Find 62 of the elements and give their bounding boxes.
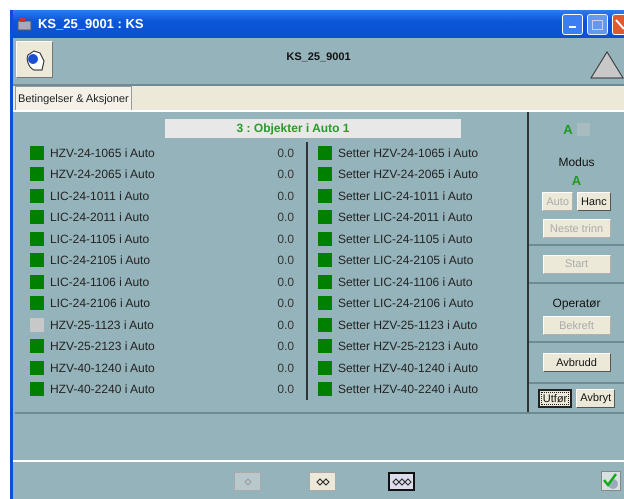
condition-value: 0.0 — [277, 230, 294, 248]
action-label: Setter LIC-24-1106 i Auto — [338, 274, 473, 291]
minimize-button[interactable] — [562, 14, 583, 34]
condition-label: LIC-24-2106 i Auto — [50, 295, 150, 312]
window-title: KS_25_9001 : KS — [38, 15, 144, 34]
tab[interactable]: Betingelser & Aksjoner — [15, 86, 132, 110]
checkmark-icon[interactable] — [601, 471, 621, 491]
condition-label: LIC-24-1105 i Auto — [50, 230, 150, 248]
operator-label: Operatør — [552, 295, 600, 312]
condition-label: LIC-24-1011 i Auto — [50, 188, 150, 205]
condition-label: HZV-24-2065 i Auto — [50, 166, 155, 184]
app-icon — [17, 17, 33, 31]
action-label: Setter HZV-40-2240 i Auto — [338, 381, 478, 398]
condition-value: 0.0 — [277, 295, 294, 312]
action-button[interactable]: Avbryt — [576, 388, 616, 408]
view-button[interactable] — [309, 472, 336, 491]
condition-label: HZV-25-2123 i Auto — [50, 338, 155, 356]
close-button[interactable] — [612, 14, 624, 34]
condition-label: HZV-25-1123 i Auto — [50, 316, 154, 334]
condition-value: 0.0 — [277, 316, 294, 334]
condition-value: 0.0 — [277, 209, 294, 226]
action-label: Setter LIC-24-2105 i Auto — [338, 252, 474, 270]
condition-value: 0.0 — [277, 274, 294, 291]
condition-label: LIC-24-2011 i Auto — [50, 209, 150, 226]
panel-heading: 3 : Objekter i Auto 1 — [165, 119, 461, 138]
action-label: Setter HZV-24-1065 i Auto — [338, 144, 478, 162]
action-label: Setter LIC-24-2011 i Auto — [338, 209, 473, 226]
action-label: Setter HZV-24-2065 i Auto — [338, 166, 478, 184]
maximize-button[interactable] — [587, 14, 608, 34]
triangle-icon[interactable] — [590, 51, 624, 79]
hand-button[interactable] — [16, 41, 53, 78]
action-label: Setter LIC-24-1105 i Auto — [338, 230, 473, 248]
modus-value: A — [572, 172, 582, 190]
action-label: Setter LIC-24-1011 i Auto — [338, 188, 473, 205]
condition-value: 0.0 — [277, 188, 294, 205]
diamond-icon — [316, 478, 330, 486]
condition-label: HZV-40-1240 i Auto — [50, 360, 155, 377]
action-button[interactable]: Avbrudd — [542, 353, 610, 372]
condition-value: 0.0 — [277, 338, 294, 356]
condition-value: 0.0 — [277, 166, 294, 184]
condition-value: 0.0 — [277, 381, 294, 398]
action-label: Setter HZV-25-2123 i Auto — [338, 338, 478, 356]
condition-label: LIC-24-2105 i Auto — [50, 252, 150, 270]
condition-label: HZV-40-2240 i Auto — [50, 381, 155, 398]
condition-label: LIC-24-1106 i Auto — [50, 274, 150, 291]
action-label: Setter HZV-40-1240 i Auto — [338, 360, 478, 377]
modus-label: Modus — [558, 154, 595, 170]
condition-label: HZV-24-1065 i Auto — [50, 144, 155, 162]
condition-value: 0.0 — [277, 252, 294, 270]
header-title: KS_25_9001 — [286, 51, 351, 63]
diamond-icon — [244, 478, 252, 486]
view-button[interactable] — [388, 472, 415, 491]
mode-indicator: A — [563, 121, 573, 139]
action-label: Setter LIC-24-2106 i Auto — [338, 295, 474, 312]
diamond-icon — [392, 478, 412, 486]
action-button[interactable]: Utfør — [538, 388, 572, 408]
maximize-icon — [592, 18, 603, 30]
condition-value: 0.0 — [277, 144, 294, 162]
condition-value: 0.0 — [277, 360, 294, 377]
action-button[interactable]: Hanc — [576, 192, 611, 211]
action-label: Setter HZV-25-1123 i Auto — [338, 316, 478, 334]
close-icon — [614, 18, 624, 30]
